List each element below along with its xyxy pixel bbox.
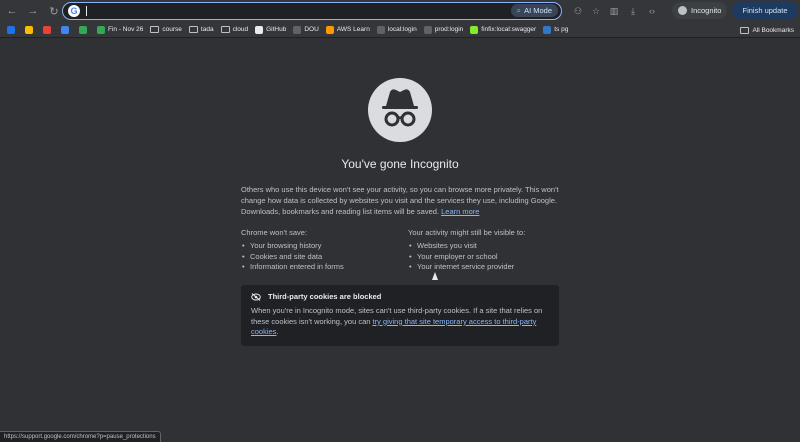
third-party-cookies-card: Third-party cookies are blocked When you… [241, 285, 559, 346]
favicon-icon [25, 25, 33, 34]
bookmark-item[interactable]: DOU [293, 24, 319, 36]
favicon-icon [61, 25, 69, 34]
arrow-right-icon: → [27, 5, 39, 17]
address-bar[interactable]: G ⌕ AI Mode [62, 2, 562, 20]
ai-mode-label: AI Mode [524, 6, 552, 15]
bookmark-label: Fin - Nov 26 [108, 26, 144, 33]
bookmark-label: prod:login [434, 26, 464, 33]
incognito-profile-chip[interactable]: Incognito [672, 2, 728, 19]
bookmark-label: course [162, 26, 182, 33]
folder-icon [188, 26, 198, 33]
bookmark-item[interactable]: tada [188, 24, 214, 36]
favicon-icon [293, 25, 302, 34]
learn-more-link[interactable]: Learn more [441, 207, 479, 216]
bookmark-label: cloud [232, 26, 249, 33]
favicon-icon [376, 25, 385, 34]
folder-icon [150, 26, 160, 33]
arrow-left-icon: ← [6, 5, 18, 17]
bookmark-label: DOU [304, 26, 319, 33]
list-item: Cookies and site data [241, 252, 401, 263]
incognito-ntp: You've gone Incognito Others who use thi… [0, 38, 800, 442]
bookmark-label: GitHub [266, 26, 287, 33]
bookmark-item[interactable]: course [150, 24, 182, 36]
bookmark-label: AWS Learn [336, 26, 370, 33]
incognito-icon [678, 6, 687, 15]
favicon-icon [255, 25, 264, 34]
mouse-cursor [432, 272, 438, 280]
folder-icon [740, 26, 750, 34]
bookmark-label: finfix:local:swagger [481, 26, 537, 33]
all-bookmarks-label: All Bookmarks [752, 26, 794, 34]
favicon-icon [423, 25, 432, 34]
text-caret [86, 6, 87, 16]
ai-mode-button[interactable]: ⌕ AI Mode [510, 4, 558, 17]
intro-text: Others who use this device won't see you… [241, 184, 563, 217]
bookmark-item[interactable] [79, 24, 90, 36]
wont-save-section: Chrome won't save: Your browsing history… [241, 228, 401, 273]
still-visible-heading: Your activity might still be visible to: [408, 228, 526, 237]
wont-save-heading: Chrome won't save: [241, 228, 308, 237]
reload-button[interactable]: ↻ [45, 2, 63, 20]
cookies-end: . [276, 327, 279, 337]
all-bookmarks-button[interactable]: All Bookmarks [740, 24, 794, 36]
favicon-icon [43, 25, 51, 34]
side-panel-icon[interactable]: ▥ [606, 3, 622, 19]
eye-off-icon [251, 292, 261, 301]
intro-body: Others who use this device won't see you… [241, 185, 559, 216]
bookmark-label: local:login [387, 26, 417, 33]
reload-icon: ↻ [49, 5, 59, 18]
download-icon[interactable]: ⤓ [625, 3, 641, 19]
list-item: Websites you visit [408, 241, 568, 252]
favicon-icon [79, 25, 87, 34]
bookmark-item[interactable] [61, 24, 72, 36]
bookmark-item[interactable]: local:login [376, 24, 417, 36]
forward-button[interactable]: → [24, 2, 42, 20]
favicon-icon [543, 25, 552, 34]
favicon-icon [470, 25, 479, 34]
bookmark-item[interactable]: cloud [220, 24, 249, 36]
browser-toolbar: ← → ↻ G ⌕ AI Mode ⚇ ☆ ▥ ⤓ ‹› Incognito F… [0, 0, 800, 22]
bookmark-item[interactable]: ts pg [543, 24, 568, 36]
folder-icon [220, 26, 230, 33]
bookmark-item[interactable] [7, 24, 18, 36]
cookie-card-header: Third-party cookies are blocked [251, 292, 549, 301]
back-button[interactable]: ← [3, 2, 21, 20]
devtools-icon[interactable]: ‹› [644, 3, 660, 19]
list-item: Information entered in forms [241, 262, 401, 273]
cookies-heading: Third-party cookies are blocked [268, 292, 382, 301]
list-item: Your browsing history [241, 241, 401, 252]
bookmark-label: ts pg [554, 26, 569, 33]
favicon-icon [97, 25, 105, 34]
page-title: You've gone Incognito [341, 157, 459, 171]
favicon-icon [325, 25, 334, 34]
bookmark-label: tada [200, 26, 214, 33]
favicon-icon [7, 25, 15, 34]
bookmark-item[interactable]: GitHub [255, 24, 286, 36]
bookmarks-bar: Fin - Nov 26 course tada cloud GitHub DOU AWS … [0, 22, 800, 38]
bookmark-item[interactable]: finfix:local:swagger [470, 24, 536, 36]
incognito-label: Incognito [691, 6, 722, 15]
status-bar-url: https://support.google.com/chrome?p=paus… [0, 431, 161, 442]
bookmark-item[interactable] [25, 24, 36, 36]
extensions-icon[interactable]: ⚇ [570, 3, 586, 19]
finish-update-button[interactable]: Finish update [732, 2, 798, 19]
bookmark-star-icon[interactable]: ☆ [588, 3, 604, 19]
bookmark-item[interactable]: Fin - Nov 26 [97, 24, 143, 36]
incognito-icon [368, 78, 432, 142]
still-visible-section: Your activity might still be visible to:… [408, 228, 568, 273]
bookmark-item[interactable]: prod:login [423, 24, 464, 36]
search-icon: ⌕ [516, 5, 522, 15]
cookies-body: When you're in Incognito mode, sites can… [251, 306, 549, 338]
bookmark-item[interactable] [43, 24, 54, 36]
list-item: Your employer or school [408, 252, 568, 263]
google-logo-icon: G [68, 5, 80, 17]
bookmark-item[interactable]: AWS Learn [325, 24, 370, 36]
